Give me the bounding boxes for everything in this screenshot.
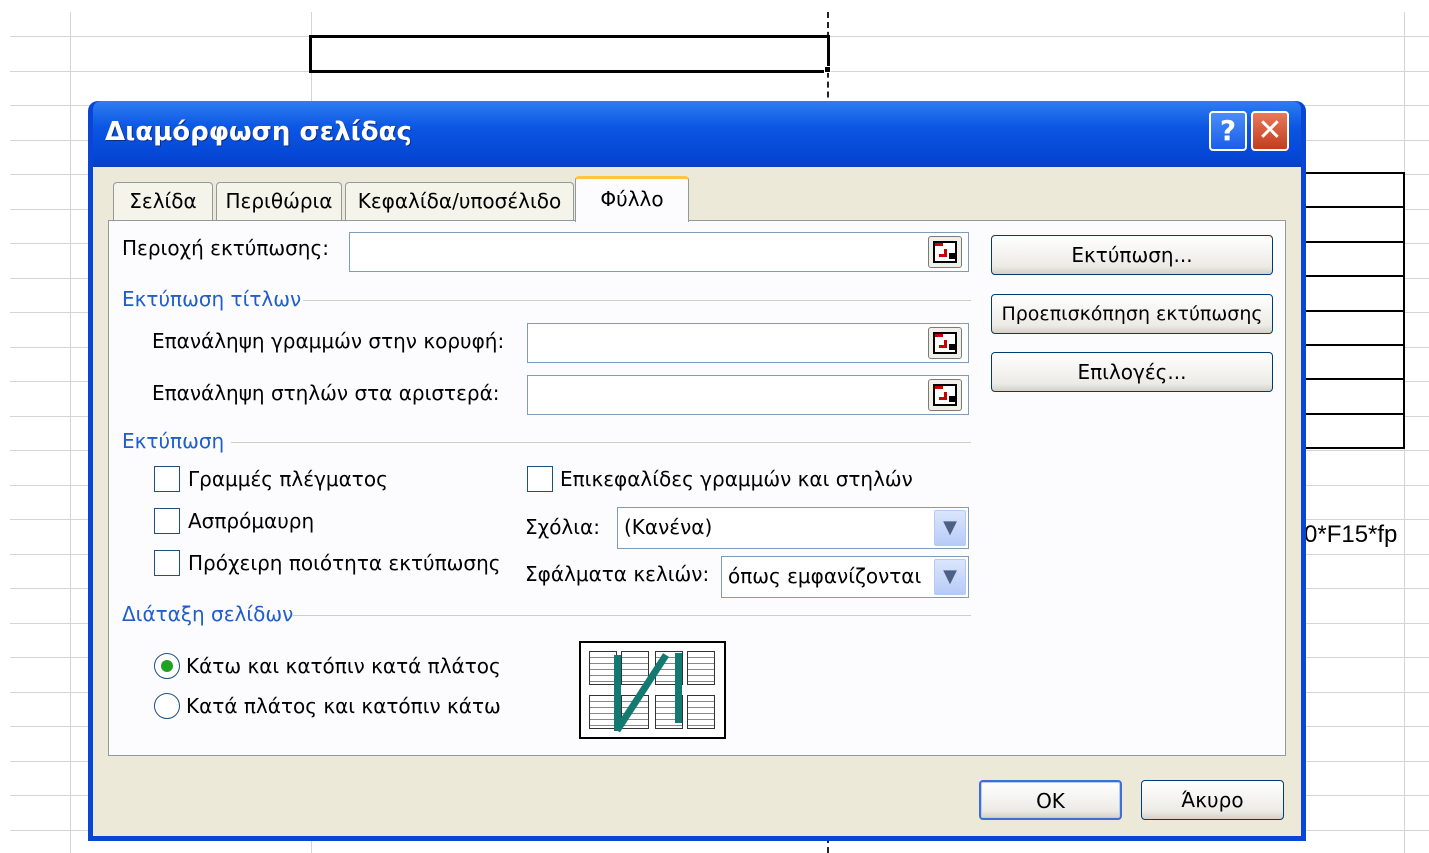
table-row[interactable]	[1302, 243, 1403, 278]
black-white-label: Ασπρόμαυρη	[188, 509, 315, 533]
collapse-dialog-icon[interactable]	[928, 327, 962, 359]
black-white-checkbox[interactable]	[154, 508, 180, 534]
comments-value: (Κανένα)	[624, 515, 713, 539]
print-heading: Εκτύπωση	[122, 429, 225, 453]
tab-sheet[interactable]: Φύλλο	[575, 176, 689, 222]
cancel-button[interactable]: Άκυρο	[1141, 780, 1284, 820]
repeat-rows-input[interactable]	[527, 323, 969, 363]
down-then-over-radio[interactable]	[154, 653, 180, 679]
grid-col-line	[70, 12, 71, 853]
collapse-dialog-icon[interactable]	[928, 236, 962, 268]
group-divider	[231, 442, 971, 443]
repeat-rows-label: Επανάληψη γραμμών στην κορυφή:	[152, 329, 505, 353]
comments-select[interactable]: (Κανένα) ▼	[617, 507, 969, 549]
gridlines-label: Γραμμές πλέγματος	[188, 467, 388, 491]
page-order-heading: Διάταξη σελίδων	[122, 602, 294, 626]
bordered-table	[1302, 172, 1405, 449]
help-button[interactable]: ?	[1209, 111, 1247, 151]
page-order-preview	[579, 641, 726, 739]
options-button[interactable]: Επιλογές...	[991, 352, 1273, 392]
print-area-input[interactable]	[349, 232, 969, 272]
print-area-label: Περιοχή εκτύπωσης:	[122, 236, 329, 260]
tab-header-footer[interactable]: Κεφαλίδα/υποσέλιδο	[345, 182, 574, 220]
cell-errors-label: Σφάλματα κελιών:	[525, 562, 710, 586]
fill-handle[interactable]	[824, 66, 831, 73]
preview-page	[589, 695, 617, 729]
row-col-headings-label: Επικεφαλίδες γραμμών και στηλών	[560, 467, 913, 491]
print-button[interactable]: Εκτύπωση...	[991, 235, 1273, 275]
repeat-cols-label: Επανάληψη στηλών στα αριστερά:	[152, 381, 500, 405]
close-button[interactable]: ✕	[1251, 111, 1289, 151]
comments-label: Σχόλια:	[525, 515, 600, 539]
down-then-over-label: Κάτω και κατόπιν κατά πλάτος	[186, 654, 501, 678]
sheet-tab-panel: Περιοχή εκτύπωσης: Εκτύπωση τίτλων Επανά…	[108, 220, 1286, 756]
tab-page[interactable]: Σελίδα	[113, 182, 213, 220]
over-then-down-label: Κατά πλάτος και κατόπιν κάτω	[186, 694, 501, 718]
table-row[interactable]	[1302, 312, 1403, 346]
table-row[interactable]	[1302, 277, 1403, 312]
dialog-titlebar[interactable]: Διαμόρφωση σελίδας ? ✕	[93, 101, 1301, 167]
cell-errors-value: όπως εμφανίζονται	[728, 564, 922, 588]
cell-errors-select[interactable]: όπως εμφανίζονται ▼	[721, 556, 969, 598]
row-col-headings-checkbox[interactable]	[527, 466, 553, 492]
cell-formula-text[interactable]: 0*F15*fp	[1304, 521, 1397, 549]
table-row[interactable]	[1302, 174, 1403, 209]
over-then-down-radio[interactable]	[154, 693, 180, 719]
preview-page	[589, 651, 617, 685]
print-preview-button[interactable]: Προεπισκόπηση εκτύπωσης	[991, 294, 1273, 334]
collapse-dialog-icon[interactable]	[928, 379, 962, 411]
table-row[interactable]	[1302, 346, 1403, 381]
preview-page	[687, 695, 715, 729]
dialog-body: Σελίδα Περιθώρια Κεφαλίδα/υποσέλιδο Φύλλ…	[93, 167, 1301, 836]
tab-margins[interactable]: Περιθώρια	[216, 182, 342, 220]
table-row[interactable]	[1302, 380, 1403, 415]
chevron-down-icon[interactable]: ▼	[934, 559, 966, 595]
group-divider	[303, 300, 971, 301]
ok-button[interactable]: OK	[979, 780, 1122, 820]
selected-cell[interactable]	[309, 35, 830, 73]
table-row[interactable]	[1302, 208, 1403, 243]
preview-page	[687, 651, 715, 685]
chevron-down-icon[interactable]: ▼	[934, 510, 966, 546]
page-setup-dialog: Διαμόρφωση σελίδας ? ✕ Σελίδα Περιθώρια …	[88, 101, 1306, 841]
dialog-title: Διαμόρφωση σελίδας	[105, 117, 412, 147]
print-titles-heading: Εκτύπωση τίτλων	[122, 287, 302, 311]
table-row[interactable]	[1302, 415, 1403, 449]
draft-quality-checkbox[interactable]	[154, 550, 180, 576]
gridlines-checkbox[interactable]	[154, 466, 180, 492]
repeat-cols-input[interactable]	[527, 375, 969, 415]
draft-quality-label: Πρόχειρη ποιότητα εκτύπωσης	[188, 551, 501, 575]
order-arrow-down	[675, 653, 682, 723]
group-divider	[293, 615, 971, 616]
